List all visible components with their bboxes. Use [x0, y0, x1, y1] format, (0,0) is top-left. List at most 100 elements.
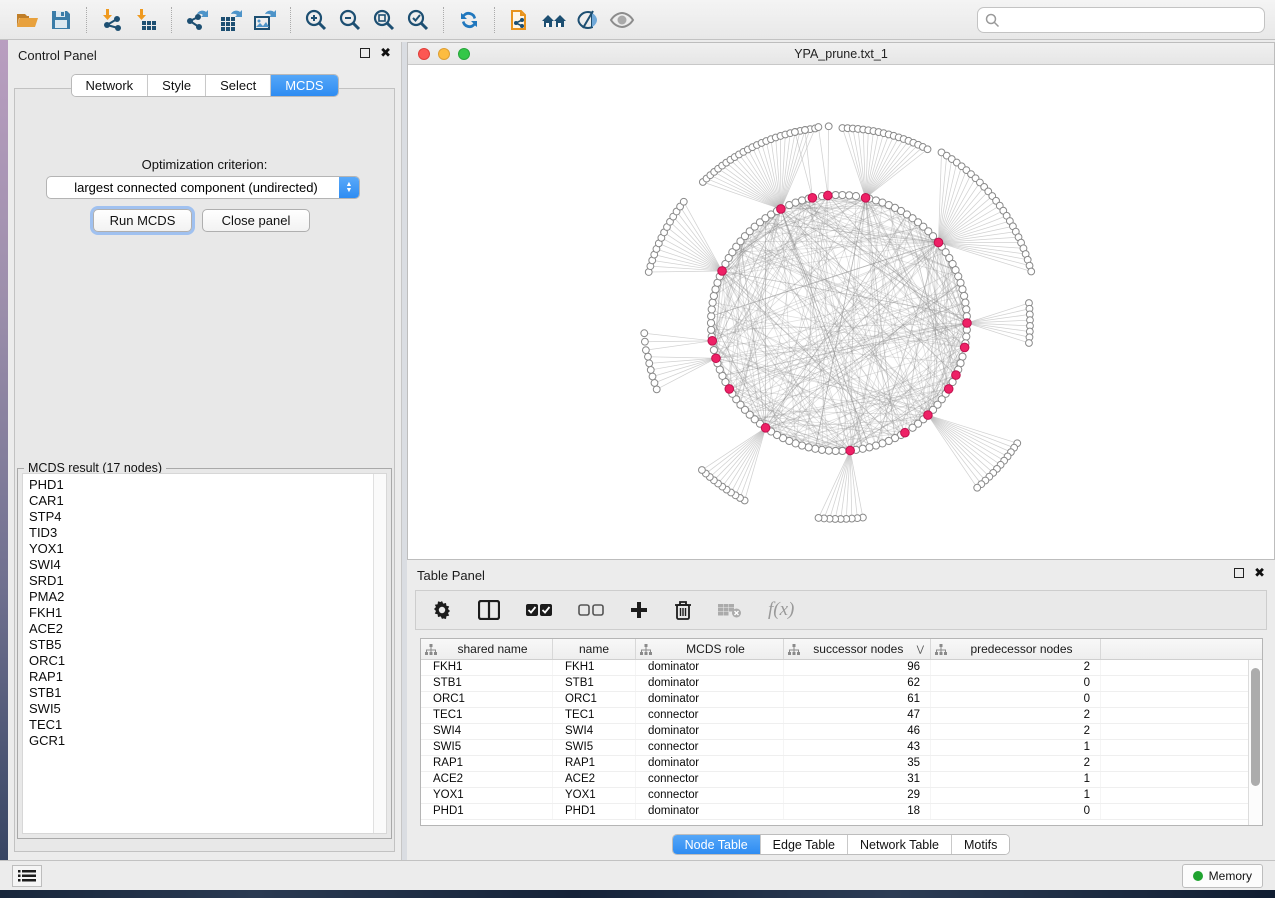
settings-gear-icon[interactable]: [432, 600, 452, 620]
zoom-fit-icon[interactable]: [367, 4, 401, 36]
float-panel-icon[interactable]: [1234, 568, 1244, 578]
mcds-result-item[interactable]: GCR1: [23, 733, 386, 749]
table-row[interactable]: FKH1FKH1dominator962: [421, 660, 1262, 676]
table-cell: PHD1: [421, 804, 553, 819]
table-cell: STB1: [421, 676, 553, 691]
export-table-icon[interactable]: [214, 4, 248, 36]
mcds-result-item[interactable]: CAR1: [23, 493, 386, 509]
table-cell: 18: [784, 804, 931, 819]
mcds-list-scrollbar[interactable]: [373, 474, 386, 833]
close-panel-icon[interactable]: ✖: [380, 48, 391, 58]
column-header-successor-nodes[interactable]: successor nodes⋁: [784, 639, 931, 659]
table-scrollbar-thumb[interactable]: [1251, 668, 1260, 786]
table-cell: connector: [636, 788, 784, 803]
table-cell: SWI4: [553, 724, 636, 739]
table-cell: 2: [931, 660, 1101, 675]
task-history-button[interactable]: [12, 865, 42, 887]
column-header-predecessor-nodes[interactable]: predecessor nodes: [931, 639, 1101, 659]
refresh-icon[interactable]: [452, 4, 486, 36]
mcds-result-item[interactable]: SWI5: [23, 701, 386, 717]
mcds-result-item[interactable]: ACE2: [23, 621, 386, 637]
table-row[interactable]: STB1STB1dominator620: [421, 676, 1262, 692]
mcds-result-item[interactable]: SWI4: [23, 557, 386, 573]
export-network-icon[interactable]: [180, 4, 214, 36]
tab-select[interactable]: Select: [206, 75, 271, 96]
table-cell: 2: [931, 756, 1101, 771]
hide-graphics-details-icon[interactable]: [571, 4, 605, 36]
search-field-container: [977, 7, 1265, 33]
delete-row-icon[interactable]: [674, 600, 692, 620]
zoom-selected-icon[interactable]: [401, 4, 435, 36]
share-document-icon[interactable]: [503, 4, 537, 36]
eye-icon[interactable]: [605, 4, 639, 36]
table-row[interactable]: SWI5SWI5connector431: [421, 740, 1262, 756]
table-row[interactable]: ACE2ACE2connector311: [421, 772, 1262, 788]
add-row-icon[interactable]: [630, 601, 648, 619]
column-header-shared-name[interactable]: shared name: [421, 639, 553, 659]
memory-button[interactable]: Memory: [1182, 864, 1263, 888]
control-panel-titlebar: Control Panel ✖: [8, 42, 401, 68]
float-panel-icon[interactable]: [360, 48, 370, 58]
mcds-result-item[interactable]: PMA2: [23, 589, 386, 605]
table-cell: YOX1: [421, 788, 553, 803]
column-header-empty: [1101, 639, 1262, 659]
mcds-result-item[interactable]: PHD1: [23, 477, 386, 493]
close-panel-icon[interactable]: ✖: [1254, 568, 1265, 578]
table-row[interactable]: SWI4SWI4dominator462: [421, 724, 1262, 740]
close-panel-button[interactable]: Close panel: [202, 209, 310, 232]
mcds-result-list[interactable]: PHD1CAR1STP4TID3YOX1SWI4SRD1PMA2FKH1ACE2…: [22, 473, 387, 834]
toolbar-separator: [290, 7, 291, 33]
list-icon: [18, 869, 36, 883]
tab-edge-table[interactable]: Edge Table: [761, 835, 848, 854]
select-all-checkboxes-icon[interactable]: [526, 603, 552, 617]
import-network-icon[interactable]: [95, 4, 129, 36]
deselect-all-checkboxes-icon[interactable]: [578, 603, 604, 617]
table-row[interactable]: ORC1ORC1dominator610: [421, 692, 1262, 708]
column-header-name[interactable]: name: [553, 639, 636, 659]
tab-network-table[interactable]: Network Table: [848, 835, 952, 854]
mcds-result-item[interactable]: SRD1: [23, 573, 386, 589]
table-cell-empty: [1101, 804, 1262, 819]
mcds-result-item[interactable]: RAP1: [23, 669, 386, 685]
tab-motifs[interactable]: Motifs: [952, 835, 1009, 854]
column-pane-icon[interactable]: [478, 600, 500, 620]
control-panel-title: Control Panel: [8, 48, 97, 63]
open-file-icon[interactable]: [10, 4, 44, 36]
table-toolbar: f(x): [415, 590, 1267, 630]
mcds-result-item[interactable]: STB5: [23, 637, 386, 653]
table-scrollbar[interactable]: [1248, 660, 1262, 825]
tab-style[interactable]: Style: [148, 75, 206, 96]
tab-network[interactable]: Network: [71, 75, 148, 96]
mcds-result-item[interactable]: FKH1: [23, 605, 386, 621]
table-cell: YOX1: [553, 788, 636, 803]
table-cell: 62: [784, 676, 931, 691]
search-input[interactable]: [1006, 13, 1246, 27]
table-cell: 47: [784, 708, 931, 723]
table-cell: connector: [636, 772, 784, 787]
zoom-out-icon[interactable]: [333, 4, 367, 36]
table-row[interactable]: YOX1YOX1connector291: [421, 788, 1262, 804]
zoom-in-icon[interactable]: [299, 4, 333, 36]
table-cell: dominator: [636, 692, 784, 707]
network-canvas[interactable]: [408, 65, 1274, 559]
table-row[interactable]: PHD1PHD1dominator180: [421, 804, 1262, 820]
session-home-icon[interactable]: [537, 4, 571, 36]
tab-mcds[interactable]: MCDS: [271, 75, 337, 96]
import-table-icon[interactable]: [129, 4, 163, 36]
network-window-titlebar: YPA_prune.txt_1: [408, 43, 1274, 65]
export-image-icon[interactable]: [248, 4, 282, 36]
mcds-result-item[interactable]: STP4: [23, 509, 386, 525]
table-row[interactable]: RAP1RAP1dominator352: [421, 756, 1262, 772]
column-header-MCDS-role[interactable]: MCDS role: [636, 639, 784, 659]
tab-node-table[interactable]: Node Table: [673, 835, 761, 854]
mcds-result-item[interactable]: STB1: [23, 685, 386, 701]
node-table-header: shared namenameMCDS rolesuccessor nodes⋁…: [421, 639, 1262, 660]
mcds-result-item[interactable]: YOX1: [23, 541, 386, 557]
run-mcds-button[interactable]: Run MCDS: [93, 209, 192, 232]
save-session-icon[interactable]: [44, 4, 78, 36]
table-row[interactable]: TEC1TEC1connector472: [421, 708, 1262, 724]
mcds-result-item[interactable]: TEC1: [23, 717, 386, 733]
criterion-dropdown[interactable]: largest connected component (undirected)…: [46, 176, 360, 199]
mcds-result-item[interactable]: TID3: [23, 525, 386, 541]
mcds-result-item[interactable]: ORC1: [23, 653, 386, 669]
